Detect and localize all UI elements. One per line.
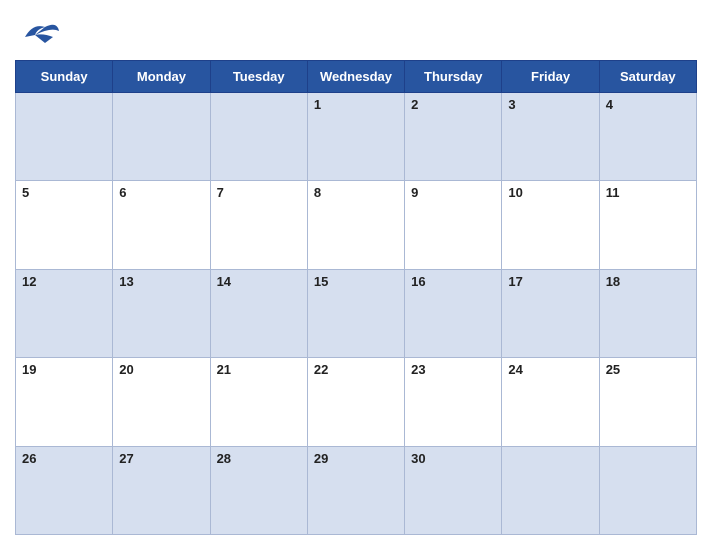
calendar-day-9: 9 xyxy=(405,181,502,269)
calendar-week-3: 12 13 14 15 16 17 18 xyxy=(16,269,697,357)
weekday-header-sunday: Sunday xyxy=(16,61,113,93)
calendar-day-14: 14 xyxy=(210,269,307,357)
calendar-day-30: 30 xyxy=(405,446,502,534)
calendar-week-4: 19 20 21 22 23 24 25 xyxy=(16,358,697,446)
day-number: 12 xyxy=(22,274,36,289)
calendar-day-7: 7 xyxy=(210,181,307,269)
day-number: 28 xyxy=(217,451,231,466)
logo xyxy=(15,15,65,47)
day-number: 7 xyxy=(217,185,224,200)
day-number: 8 xyxy=(314,185,321,200)
day-number: 2 xyxy=(411,97,418,112)
calendar-day-6: 6 xyxy=(113,181,210,269)
calendar-day-empty xyxy=(16,93,113,181)
calendar-day-22: 22 xyxy=(307,358,404,446)
calendar-day-21: 21 xyxy=(210,358,307,446)
calendar-day-17: 17 xyxy=(502,269,599,357)
day-number: 21 xyxy=(217,362,231,377)
calendar-day-25: 25 xyxy=(599,358,696,446)
calendar-day-5: 5 xyxy=(16,181,113,269)
calendar-header-row: SundayMondayTuesdayWednesdayThursdayFrid… xyxy=(16,61,697,93)
day-number: 15 xyxy=(314,274,328,289)
calendar-day-23: 23 xyxy=(405,358,502,446)
calendar-day-3: 3 xyxy=(502,93,599,181)
calendar-day-15: 15 xyxy=(307,269,404,357)
day-number: 16 xyxy=(411,274,425,289)
weekday-header-tuesday: Tuesday xyxy=(210,61,307,93)
day-number: 6 xyxy=(119,185,126,200)
calendar-day-28: 28 xyxy=(210,446,307,534)
day-number: 23 xyxy=(411,362,425,377)
calendar-day-10: 10 xyxy=(502,181,599,269)
calendar-day-4: 4 xyxy=(599,93,696,181)
calendar-day-11: 11 xyxy=(599,181,696,269)
day-number: 11 xyxy=(606,185,620,200)
day-number: 10 xyxy=(508,185,522,200)
calendar-week-5: 26 27 28 29 30 xyxy=(16,446,697,534)
day-number: 30 xyxy=(411,451,425,466)
logo-icon xyxy=(15,15,65,47)
calendar-day-empty xyxy=(502,446,599,534)
weekday-header-thursday: Thursday xyxy=(405,61,502,93)
weekday-header-monday: Monday xyxy=(113,61,210,93)
calendar-week-1: 1 2 3 4 xyxy=(16,93,697,181)
calendar-header xyxy=(15,10,697,52)
day-number: 13 xyxy=(119,274,133,289)
calendar-day-empty xyxy=(113,93,210,181)
day-number: 3 xyxy=(508,97,515,112)
day-number: 24 xyxy=(508,362,522,377)
calendar-day-19: 19 xyxy=(16,358,113,446)
calendar-day-empty xyxy=(210,93,307,181)
day-number: 19 xyxy=(22,362,36,377)
calendar-table: SundayMondayTuesdayWednesdayThursdayFrid… xyxy=(15,60,697,535)
day-number: 20 xyxy=(119,362,133,377)
calendar-day-8: 8 xyxy=(307,181,404,269)
calendar-day-2: 2 xyxy=(405,93,502,181)
calendar-day-27: 27 xyxy=(113,446,210,534)
calendar-day-18: 18 xyxy=(599,269,696,357)
day-number: 5 xyxy=(22,185,29,200)
day-number: 18 xyxy=(606,274,620,289)
calendar-day-12: 12 xyxy=(16,269,113,357)
day-number: 27 xyxy=(119,451,133,466)
day-number: 22 xyxy=(314,362,328,377)
day-number: 14 xyxy=(217,274,231,289)
day-number: 9 xyxy=(411,185,418,200)
calendar-day-empty xyxy=(599,446,696,534)
calendar-day-1: 1 xyxy=(307,93,404,181)
day-number: 25 xyxy=(606,362,620,377)
day-number: 26 xyxy=(22,451,36,466)
weekday-header-saturday: Saturday xyxy=(599,61,696,93)
day-number: 1 xyxy=(314,97,321,112)
day-number: 4 xyxy=(606,97,613,112)
calendar-day-16: 16 xyxy=(405,269,502,357)
calendar-day-20: 20 xyxy=(113,358,210,446)
calendar-day-13: 13 xyxy=(113,269,210,357)
day-number: 29 xyxy=(314,451,328,466)
calendar-body: 1234567891011121314151617181920212223242… xyxy=(16,93,697,535)
calendar-week-2: 5 6 7 8 9 10 11 xyxy=(16,181,697,269)
calendar-day-24: 24 xyxy=(502,358,599,446)
calendar-day-26: 26 xyxy=(16,446,113,534)
calendar-day-29: 29 xyxy=(307,446,404,534)
day-number: 17 xyxy=(508,274,522,289)
weekday-header-friday: Friday xyxy=(502,61,599,93)
weekday-header-wednesday: Wednesday xyxy=(307,61,404,93)
